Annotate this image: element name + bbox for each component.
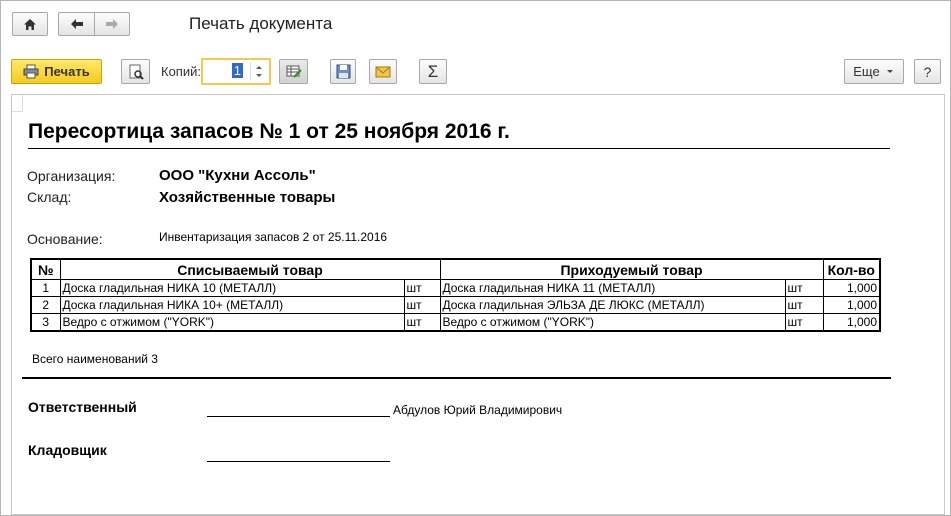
arrow-left-icon — [70, 19, 83, 29]
row-to-unit: шт — [784, 279, 824, 297]
home-icon — [24, 18, 36, 30]
row-to-unit: шт — [784, 313, 824, 332]
row-to-item: Ведро с отжимом ("YORK") — [439, 313, 786, 332]
header-incoming: Приходуемый товар — [439, 258, 824, 280]
total-items-text: Всего наименований 3 — [32, 352, 158, 366]
row-to-unit: шт — [784, 296, 824, 314]
row-from-unit: шт — [403, 296, 441, 314]
basis-value: Инвентаризация запасов 2 от 25.11.2016 — [159, 230, 388, 244]
sigma-icon: Σ — [427, 61, 439, 81]
heading-underline — [28, 148, 890, 149]
more-button[interactable]: Еще — [844, 59, 904, 84]
table-header-row: № Списываемый товар Приходуемый товар Ко… — [30, 258, 881, 280]
responsible-name: Абдулов Юрий Владимирович — [393, 403, 563, 417]
organization-label: Организация: — [27, 168, 116, 184]
back-button[interactable] — [58, 12, 94, 36]
window-title: Печать документа — [189, 14, 333, 33]
help-icon: ? — [923, 63, 932, 80]
storekeeper-label: Кладовщик — [28, 442, 107, 458]
printer-icon — [23, 64, 39, 79]
page-magnifier-icon — [129, 64, 144, 80]
header-written-off: Списываемый товар — [59, 258, 441, 280]
print-button[interactable]: Печать — [11, 59, 102, 84]
row-to-item: Доска гладильная ЭЛЬЗА ДЕ ЛЮКС (МЕТАЛЛ) — [439, 296, 786, 314]
row-from-item: Ведро с отжимом ("YORK") — [59, 313, 405, 332]
row-qty: 1,000 — [822, 279, 881, 297]
storekeeper-signature-line — [207, 461, 390, 462]
table-row: 1 Доска гладильная НИКА 10 (МЕТАЛЛ) шт Д… — [30, 279, 881, 297]
spinner-arrows-icon — [256, 66, 262, 77]
document-area[interactable]: Пересортица запасов № 1 от 25 ноября 201… — [11, 94, 945, 515]
basis-label: Основание: — [27, 231, 103, 247]
warehouse-value: Хозяйственные товары — [159, 189, 336, 206]
row-num: 1 — [30, 279, 61, 297]
sum-button[interactable]: Σ — [419, 59, 447, 84]
table-row: 3 Ведро с отжимом ("YORK") шт Ведро с от… — [30, 313, 881, 332]
row-num: 3 — [30, 313, 61, 332]
header-num: № — [30, 258, 61, 280]
document-heading: Пересортица запасов № 1 от 25 ноября 201… — [28, 120, 510, 143]
copies-spinner[interactable] — [250, 62, 267, 81]
row-from-item: Доска гладильная НИКА 10+ (МЕТАЛЛ) — [59, 296, 405, 314]
warehouse-label: Склад: — [27, 189, 72, 205]
edit-table-button[interactable] — [279, 59, 308, 84]
forward-button[interactable] — [94, 12, 130, 36]
cell-corner-marker — [12, 95, 23, 112]
copies-input-value[interactable]: 1 — [231, 63, 243, 78]
preview-button[interactable] — [121, 59, 150, 84]
send-email-button[interactable] — [369, 59, 397, 84]
print-button-label: Печать — [44, 64, 90, 79]
table-row: 2 Доска гладильная НИКА 10+ (МЕТАЛЛ) шт … — [30, 296, 881, 314]
home-button[interactable] — [12, 12, 48, 36]
row-from-unit: шт — [403, 313, 441, 332]
responsible-label: Ответственный — [28, 399, 137, 415]
total-divider — [22, 377, 891, 379]
more-button-label: Еще — [853, 64, 880, 79]
floppy-disk-icon — [336, 64, 350, 79]
arrow-right-icon — [106, 19, 118, 29]
row-from-item: Доска гладильная НИКА 10 (МЕТАЛЛ) — [59, 279, 405, 297]
header-qty: Кол-во — [822, 258, 881, 280]
help-button[interactable]: ? — [914, 59, 941, 84]
print-window: Печать документа Печать Копий: 1 Σ Еще ?… — [0, 0, 951, 516]
copies-label: Копий: — [161, 64, 201, 79]
row-qty: 1,000 — [822, 296, 881, 314]
organization-value: ООО "Кухни Ассоль" — [159, 167, 316, 184]
items-table: № Списываемый товар Приходуемый товар Ко… — [30, 258, 881, 332]
table-edit-icon — [286, 65, 302, 78]
dropdown-arrow-icon — [886, 69, 893, 73]
row-qty: 1,000 — [822, 313, 881, 332]
row-to-item: Доска гладильная НИКА 11 (МЕТАЛЛ) — [439, 279, 786, 297]
envelope-icon — [375, 66, 391, 77]
responsible-signature-line — [207, 416, 390, 417]
save-button[interactable] — [330, 59, 356, 84]
row-from-unit: шт — [403, 279, 441, 297]
copies-field[interactable]: 1 — [201, 58, 271, 85]
row-num: 2 — [30, 296, 61, 314]
